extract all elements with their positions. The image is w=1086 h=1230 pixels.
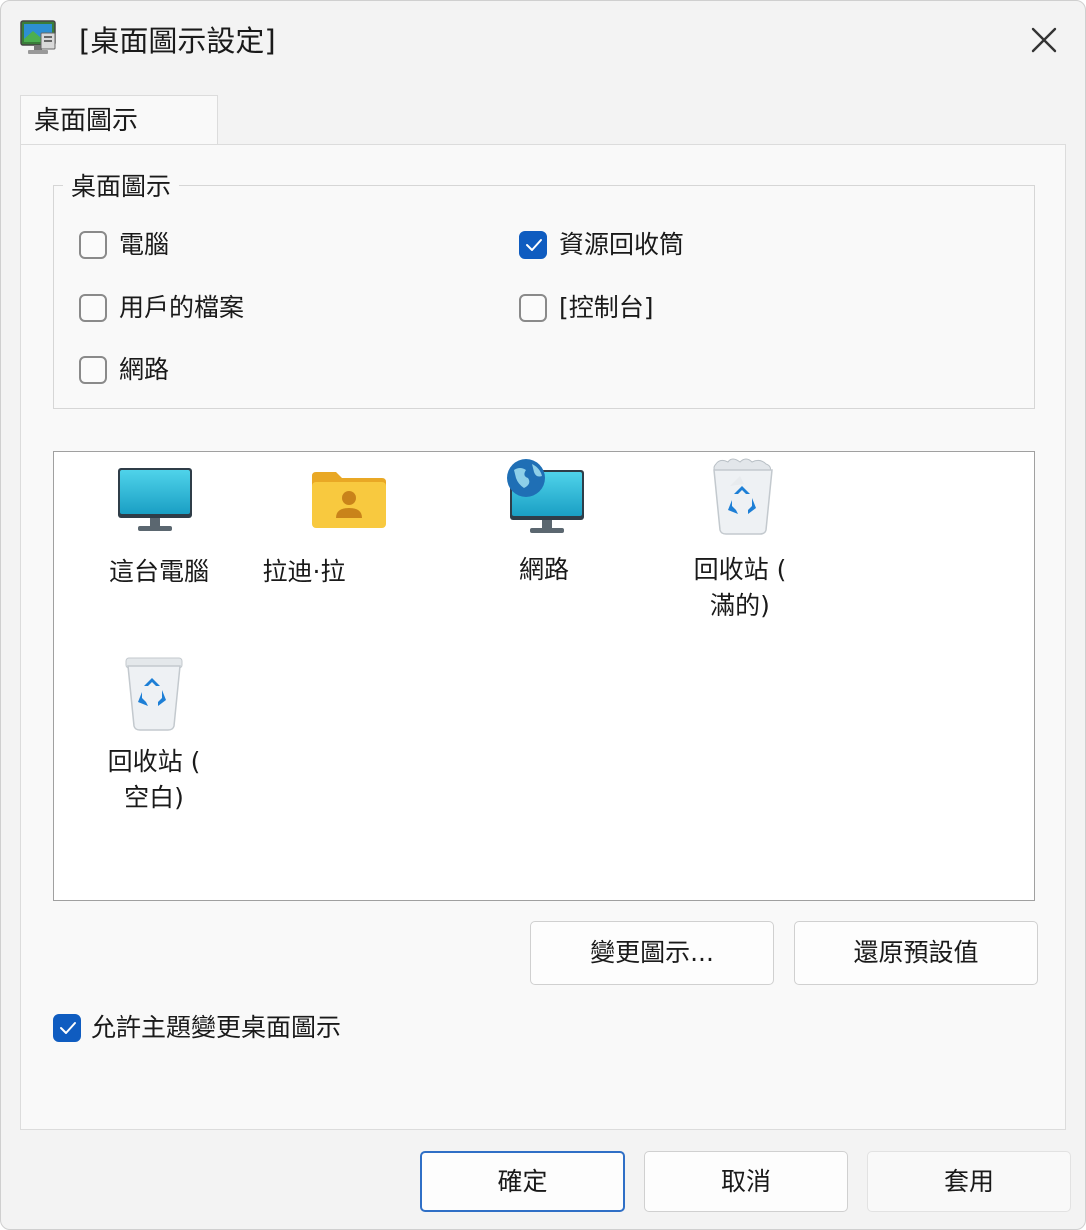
title-bar[interactable]: [桌面圖示設定] [1,1,1085,79]
allow-themes-checkbox[interactable]: 允許主題變更桌面圖示 [53,1011,413,1047]
icon-list-view[interactable]: 這台電腦 拉迪·拉 網路 回收站 (滿的) 回收站 (空白) [53,451,1035,901]
change-icon-button[interactable]: 變更圖示... [530,921,774,985]
recycle-bin-empty-icon [125,657,183,731]
checkbox-label: 用戶的檔案 [119,293,245,322]
checkbox-box[interactable] [79,294,107,322]
button-label: 還原預設值 [853,938,979,967]
network-checkbox[interactable]: 網路 [79,353,279,389]
group-title: 桌面圖示 [63,170,180,204]
cancel-button[interactable]: 取消 [644,1151,848,1212]
checkbox-label: 電腦 [119,230,170,259]
recycle-bin-full-icon [713,458,773,535]
checkmark-icon [526,239,542,251]
checkbox-box[interactable] [53,1014,81,1042]
user-files-checkbox[interactable]: 用戶的檔案 [79,291,339,327]
control-panel-checkbox[interactable]: [控制台] [519,291,739,327]
checkbox-box[interactable] [79,231,107,259]
checkbox-label: 允許主題變更桌面圖示 [91,1013,342,1042]
checkbox-label: 資源回收筒 [559,230,685,259]
checkbox-box[interactable] [519,231,547,259]
close-button[interactable] [1017,15,1071,65]
icon-item-recycle-bin-empty[interactable]: 回收站 ( 空白) [84,652,224,822]
icon-label: 回收站 ( 空白) [107,747,201,812]
icon-item-user-folder[interactable]: 拉迪·拉 [254,462,386,586]
icon-label: 回收站 ( 滿的) [693,555,787,620]
ok-button[interactable]: 確定 [420,1151,625,1212]
icon-item-this-pc[interactable]: 這台電腦 [94,462,224,586]
close-icon [1031,27,1057,53]
button-label: 變更圖示... [590,938,714,967]
button-label: 套用 [943,1167,994,1196]
recycle-bin-checkbox[interactable]: 資源回收筒 [519,228,779,264]
checkbox-label: [控制台] [559,293,654,322]
desktop-icon-settings-dialog: [桌面圖示設定] 桌面圖示 桌面圖示 電腦 資源回收筒 用戶的檔案 [控制台] [0,0,1086,1230]
checkbox-box[interactable] [79,356,107,384]
icon-label: 網路 [518,555,569,584]
checkbox-box[interactable] [519,294,547,322]
icon-item-recycle-bin-full[interactable]: 回收站 ( 滿的) [670,456,810,626]
button-label: 確定 [497,1167,548,1196]
network-globe-icon [507,459,584,533]
restore-default-button[interactable]: 還原預設值 [794,921,1038,985]
checkmark-icon [60,1022,76,1034]
checkbox-label: 網路 [119,355,170,384]
tab-desktop-icons[interactable]: 桌面圖示 [20,95,218,145]
computer-checkbox[interactable]: 電腦 [79,228,279,264]
apply-button[interactable]: 套用 [867,1151,1071,1212]
icon-label: 拉迪·拉 [262,557,346,586]
icon-item-network[interactable]: 網路 [474,456,614,584]
monitor-icon [118,468,192,531]
icon-label: 這台電腦 [108,557,209,586]
user-folder-icon [312,472,386,528]
desktop-settings-app-icon [19,19,59,57]
window-title: [桌面圖示設定] [79,24,276,58]
button-label: 取消 [720,1167,771,1196]
tab-label: 桌面圖示 [34,106,139,136]
